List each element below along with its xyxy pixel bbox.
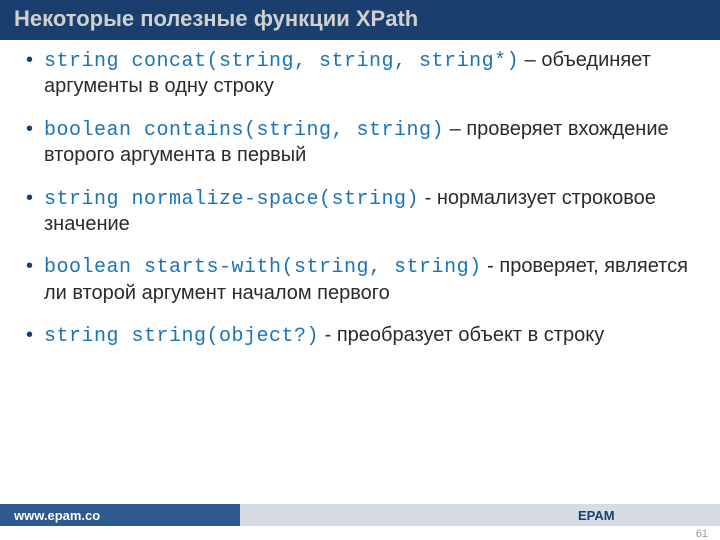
bullet-list: string concat(string, string, string*) –… — [22, 48, 698, 350]
slide-title: Некоторые полезные функции XPath — [14, 6, 418, 32]
code-signature: string concat(string, string, string*) — [44, 50, 519, 73]
footer-url: www.epam.co — [0, 504, 240, 526]
code-signature: string normalize-space(string) — [44, 188, 419, 211]
code-signature: boolean contains(string, string) — [44, 119, 444, 142]
separator: – — [444, 118, 466, 140]
list-item: boolean starts-with(string, string) - пр… — [22, 254, 698, 305]
separator: - — [482, 255, 500, 277]
title-bar: Некоторые полезные функции XPath — [0, 0, 720, 40]
separator: - — [319, 324, 337, 346]
list-item: string string(object?) - преобразует объ… — [22, 323, 698, 349]
content-area: string concat(string, string, string*) –… — [0, 40, 720, 350]
footer-brand: EPAM — [570, 504, 720, 526]
footer: www.epam.co EPAM — [0, 504, 720, 526]
page-number: 61 — [696, 528, 708, 540]
list-item: string concat(string, string, string*) –… — [22, 48, 698, 99]
separator: - — [419, 187, 437, 209]
code-signature: boolean starts-with(string, string) — [44, 256, 482, 279]
description: преобразует объект в строку — [337, 324, 604, 346]
list-item: boolean contains(string, string) – прове… — [22, 117, 698, 168]
code-signature: string string(object?) — [44, 325, 319, 348]
separator: – — [519, 49, 541, 71]
list-item: string normalize-space(string) - нормали… — [22, 186, 698, 237]
footer-spacer — [240, 504, 570, 526]
